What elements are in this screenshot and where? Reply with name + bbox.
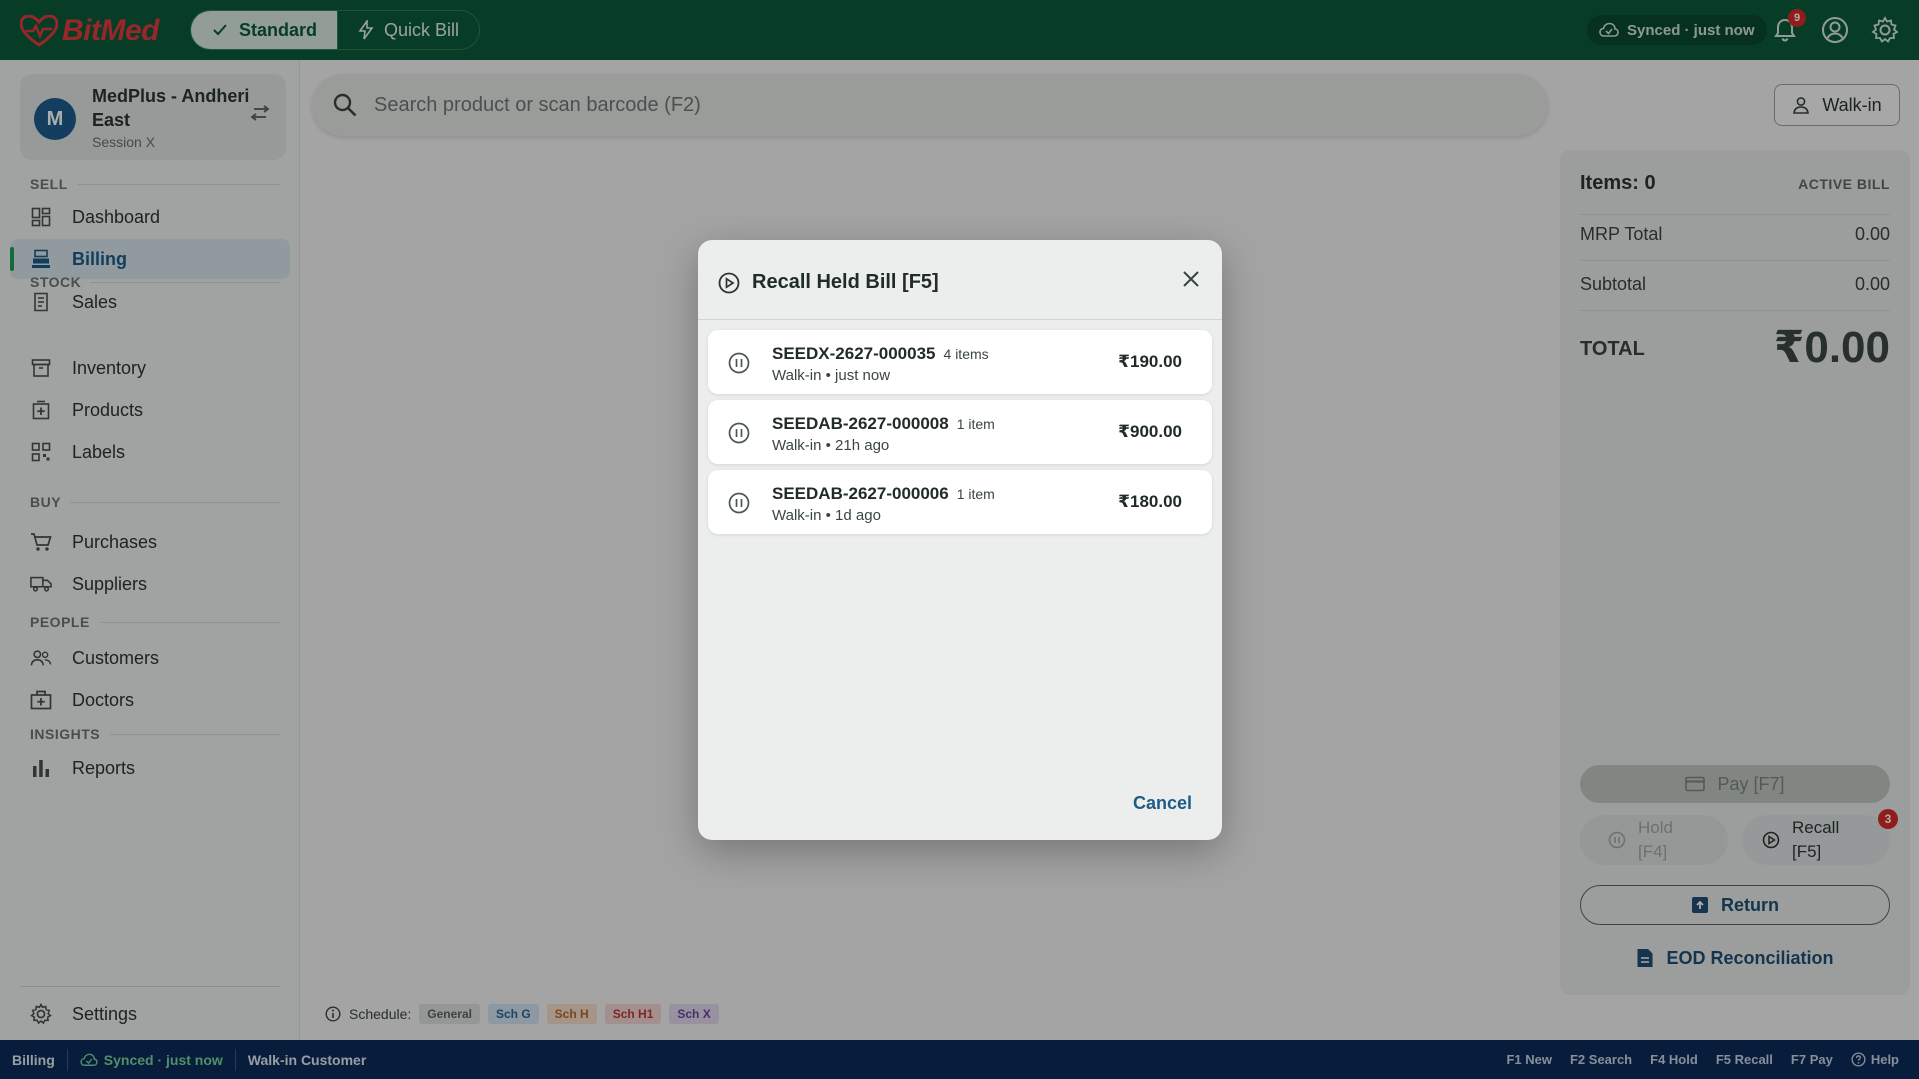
held-bill-item[interactable]: SEEDAB-2627-000008 1 item Walk-in • 21h a… <box>708 400 1212 464</box>
pause-circle-icon <box>728 352 750 374</box>
held-bill-id: SEEDX-2627-000035 4 items <box>772 344 989 363</box>
held-bill-amount: ₹180.00 <box>1118 492 1182 511</box>
held-bill-id: SEEDAB-2627-000008 1 item <box>772 414 995 433</box>
pause-circle-icon <box>728 492 750 514</box>
recall-held-bill-dialog: Recall Held Bill [F5] SEEDX-2627-000035 4… <box>698 240 1222 840</box>
held-bill-count: 4 items <box>943 346 989 362</box>
held-bill-meta: Walk-in • 1d ago <box>772 507 881 524</box>
held-bill-item[interactable]: SEEDX-2627-000035 4 items Walk-in • just … <box>708 330 1212 394</box>
held-bill-item[interactable]: SEEDAB-2627-000006 1 item Walk-in • 1d ag… <box>708 470 1212 534</box>
close-icon[interactable] <box>1182 270 1200 288</box>
play-circle-icon <box>718 272 740 294</box>
held-bill-count: 1 item <box>956 486 995 502</box>
pause-circle-icon <box>728 422 750 444</box>
held-bill-amount: ₹900.00 <box>1118 422 1182 441</box>
cancel-button[interactable]: Cancel <box>1133 793 1192 814</box>
dialog-title: Recall Held Bill [F5] <box>752 271 939 293</box>
held-bill-meta: Walk-in • 21h ago <box>772 437 890 454</box>
dialog-header: Recall Held Bill [F5] <box>698 240 1222 320</box>
held-bill-amount: ₹190.00 <box>1118 352 1182 371</box>
held-bill-meta: Walk-in • just now <box>772 367 891 384</box>
held-bill-id: SEEDAB-2627-000006 1 item <box>772 484 995 503</box>
held-bill-count: 1 item <box>956 416 995 432</box>
